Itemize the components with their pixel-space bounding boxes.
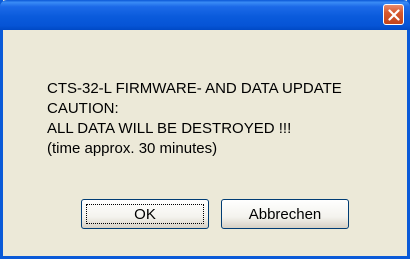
title-bar[interactable] [0,0,410,30]
dialog-message: CTS-32-L FIRMWARE- AND DATA UPDATE CAUTI… [47,79,342,159]
message-dialog: CTS-32-L FIRMWARE- AND DATA UPDATE CAUTI… [0,0,410,259]
message-line-1: CTS-32-L FIRMWARE- AND DATA UPDATE [47,80,342,97]
close-icon [387,8,400,21]
cancel-button-label: Abbrechen [248,205,322,223]
ok-button[interactable]: OK [81,199,209,229]
message-line-3: ALL DATA WILL BE DESTROYED !!! [47,120,292,137]
message-line-4: (time approx. 30 minutes) [47,140,218,157]
close-button[interactable] [383,4,404,25]
ok-button-label: OK [134,205,156,223]
cancel-button[interactable]: Abbrechen [221,199,349,229]
message-line-2: CAUTION: [47,100,119,117]
